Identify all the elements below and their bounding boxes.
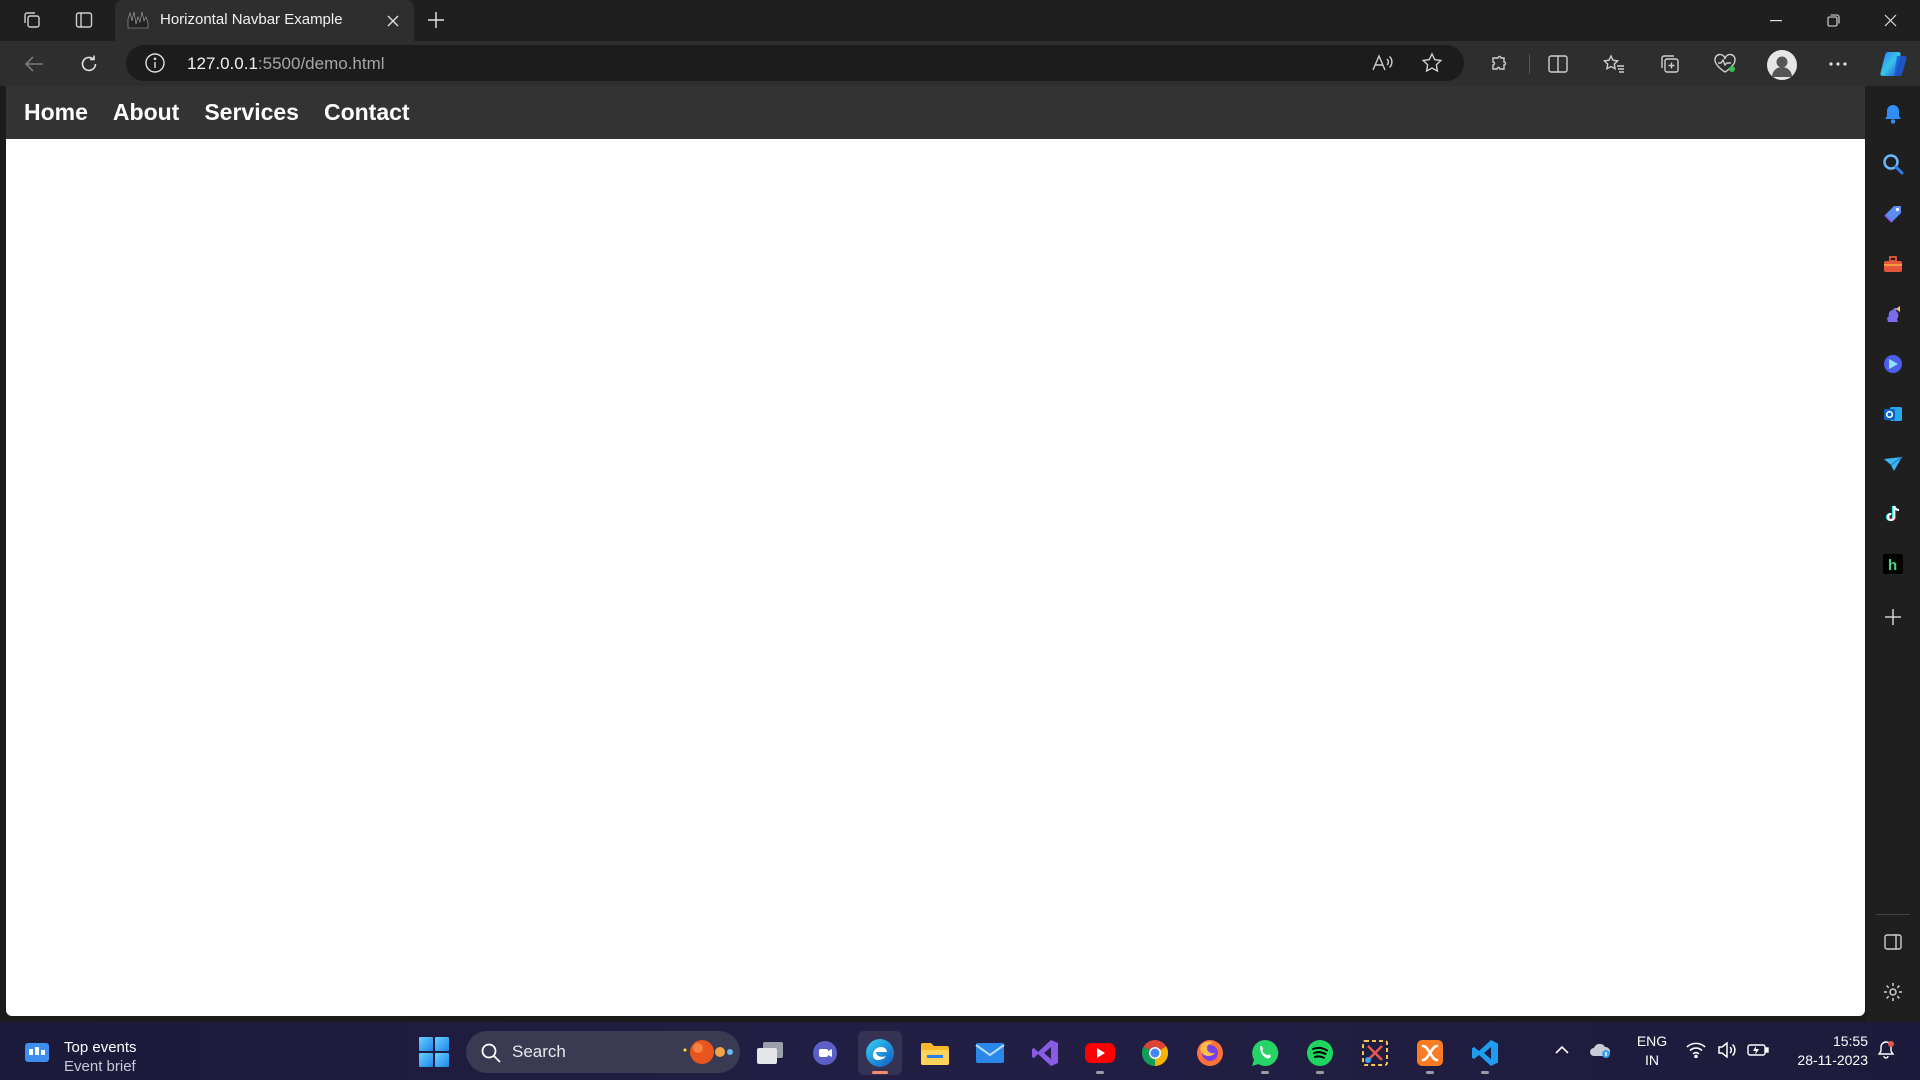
nav-link-home[interactable]: Home — [24, 99, 88, 126]
youtube-icon[interactable] — [1078, 1031, 1122, 1075]
extensions-icon[interactable] — [1481, 47, 1517, 81]
toolbar-separator — [1529, 54, 1530, 74]
favorites-icon[interactable] — [1596, 47, 1632, 81]
paper-plane-icon[interactable] — [1877, 448, 1909, 480]
new-tab-button[interactable] — [420, 5, 452, 35]
edge-taskbar-icon[interactable] — [858, 1031, 902, 1075]
tab-title: Horizontal Navbar Example — [160, 11, 343, 28]
bell-icon[interactable] — [1877, 98, 1909, 130]
browser-essentials-icon[interactable] — [1707, 47, 1743, 81]
toolbox-icon[interactable] — [1877, 248, 1909, 280]
sidebar-settings-icon[interactable] — [1877, 976, 1909, 1008]
spotify-icon[interactable] — [1298, 1031, 1342, 1075]
more-menu-icon[interactable] — [1820, 47, 1856, 81]
whatsapp-running-indicator — [1261, 1071, 1269, 1074]
nav-link-about[interactable]: About — [113, 99, 179, 126]
tag-icon[interactable] — [1877, 198, 1909, 230]
nav-link-contact[interactable]: Contact — [324, 99, 410, 126]
windows-taskbar: Top events Event brief Search ENG IN 15:… — [0, 1022, 1920, 1080]
onedrive-icon[interactable] — [1586, 1036, 1614, 1064]
edge-sidebar: h — [1866, 86, 1920, 1022]
xampp-icon[interactable] — [1408, 1031, 1452, 1075]
favicon-icon — [127, 11, 149, 29]
page-viewport: Home About Services Contact — [6, 86, 1865, 1016]
svg-text:h: h — [1888, 557, 1897, 574]
calendar-widget-icon — [24, 1041, 50, 1063]
vscode-icon[interactable] — [1463, 1031, 1507, 1075]
favorite-star-icon[interactable] — [1416, 48, 1448, 78]
tab-close-icon[interactable] — [381, 9, 405, 33]
collections-icon[interactable] — [1652, 47, 1688, 81]
h-icon[interactable]: h — [1877, 548, 1909, 580]
visual-studio-icon[interactable] — [1023, 1031, 1067, 1075]
youtube-running-indicator — [1096, 1071, 1104, 1074]
edge-running-indicator — [872, 1071, 888, 1074]
chrome-icon[interactable] — [1133, 1031, 1177, 1075]
widget-subtitle: Event brief — [64, 1058, 136, 1075]
copilot-designer-icon[interactable] — [1877, 348, 1909, 380]
active-tab[interactable]: Horizontal Navbar Example — [115, 0, 414, 41]
tab-actions-icon[interactable] — [68, 5, 100, 35]
show-hidden-icons-chevron-icon[interactable] — [1548, 1036, 1576, 1064]
taskbar-search-placeholder: Search — [512, 1042, 566, 1061]
whatsapp-icon[interactable] — [1243, 1031, 1287, 1075]
copilot-icon[interactable] — [1876, 47, 1912, 81]
read-aloud-icon[interactable] — [1366, 48, 1398, 78]
restore-button[interactable] — [1805, 0, 1861, 41]
windows-start-icon[interactable] — [418, 1036, 450, 1068]
language-indicator[interactable]: ENG IN — [1634, 1032, 1670, 1070]
profile-avatar[interactable] — [1767, 50, 1797, 80]
workspaces-icon[interactable] — [16, 5, 48, 35]
site-info-icon[interactable] — [144, 52, 166, 74]
browser-toolbar: 127.0.0.1:5500/demo.html — [0, 41, 1920, 86]
minimize-button[interactable] — [1748, 0, 1804, 41]
teams-chat-icon[interactable] — [803, 1031, 847, 1075]
sidebar-separator — [1876, 914, 1910, 915]
tiktok-icon[interactable] — [1877, 498, 1909, 530]
plus-icon[interactable] — [1877, 601, 1909, 633]
search-highlight-icon — [680, 1038, 736, 1066]
back-button[interactable] — [16, 47, 52, 81]
spotify-running-indicator — [1316, 1071, 1324, 1074]
volume-icon[interactable] — [1713, 1036, 1741, 1064]
nav-link-services[interactable]: Services — [204, 99, 299, 126]
url-text[interactable]: 127.0.0.1:5500/demo.html — [187, 54, 385, 74]
firefox-icon[interactable] — [1188, 1031, 1232, 1075]
split-screen-icon[interactable] — [1540, 47, 1576, 81]
taskbar-search-box[interactable]: Search — [466, 1031, 740, 1073]
file-explorer-icon[interactable] — [913, 1031, 957, 1075]
horizontal-navbar: Home About Services Contact — [6, 86, 1865, 139]
chess-icon[interactable] — [1877, 298, 1909, 330]
mail-icon[interactable] — [968, 1031, 1012, 1075]
outlook-icon[interactable] — [1877, 398, 1909, 430]
taskbar-search-icon — [480, 1042, 502, 1064]
system-clock[interactable]: 15:55 28-11-2023 — [1780, 1032, 1868, 1070]
hide-sidebar-icon[interactable] — [1877, 926, 1909, 958]
browser-titlebar: Horizontal Navbar Example — [0, 0, 1920, 41]
wifi-icon[interactable] — [1682, 1036, 1710, 1064]
close-window-button[interactable] — [1862, 0, 1918, 41]
search-icon[interactable] — [1877, 148, 1909, 180]
notification-bell-icon[interactable] — [1872, 1036, 1900, 1064]
task-view-icon[interactable] — [748, 1031, 792, 1075]
address-bar[interactable]: 127.0.0.1:5500/demo.html — [126, 45, 1464, 81]
battery-icon[interactable] — [1744, 1036, 1772, 1064]
xampp-running-indicator — [1426, 1071, 1434, 1074]
snipping-tool-icon[interactable] — [1353, 1031, 1397, 1075]
widgets-button[interactable]: Top events Event brief — [22, 1031, 222, 1075]
refresh-button[interactable] — [71, 47, 107, 81]
vscode-running-indicator — [1481, 1071, 1489, 1074]
widget-title: Top events — [64, 1039, 137, 1056]
